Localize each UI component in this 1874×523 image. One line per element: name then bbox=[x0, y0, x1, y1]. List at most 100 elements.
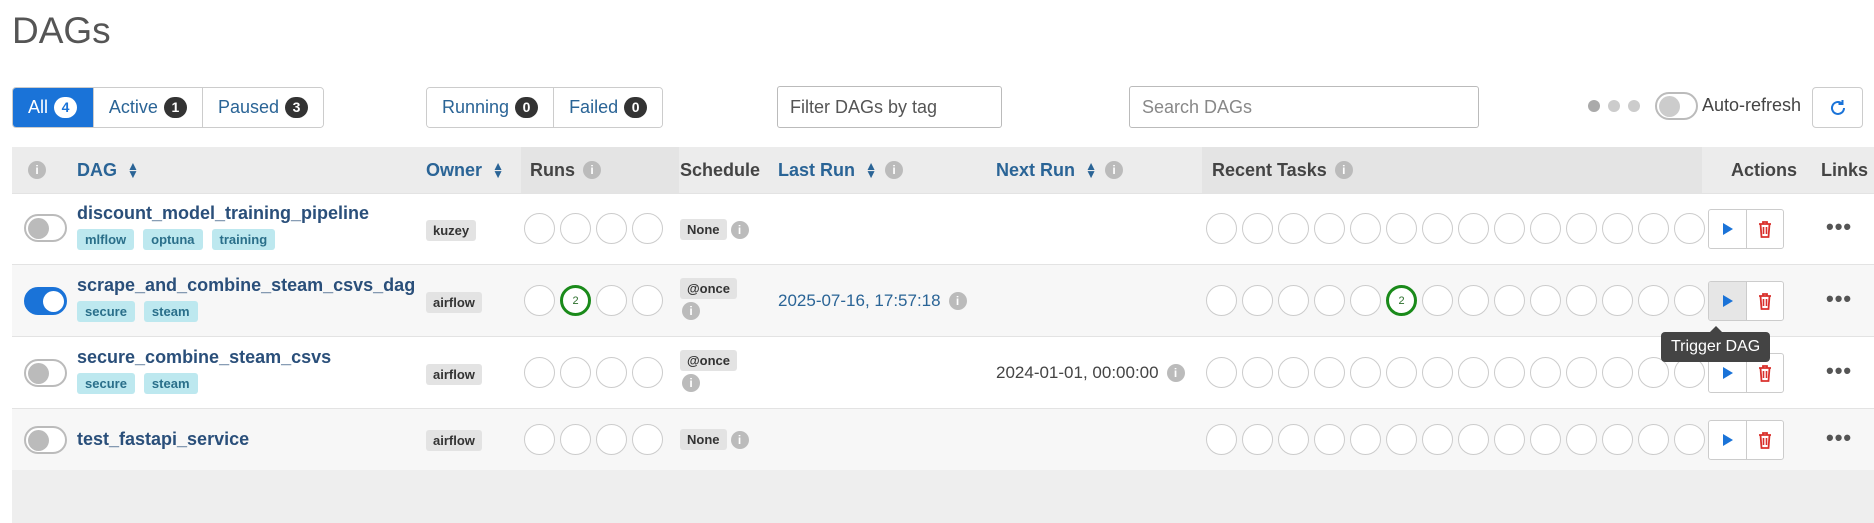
task-state-circle[interactable] bbox=[1206, 285, 1237, 316]
dag-name-link[interactable]: test_fastapi_service bbox=[77, 429, 249, 450]
run-state-circle[interactable] bbox=[632, 285, 663, 316]
task-state-circle[interactable] bbox=[1314, 213, 1345, 244]
run-state-circle[interactable]: 2 bbox=[560, 285, 591, 316]
delete-dag-button[interactable] bbox=[1746, 421, 1783, 459]
task-state-circle[interactable] bbox=[1566, 213, 1597, 244]
dag-tag[interactable]: training bbox=[211, 229, 276, 250]
schedule-badge[interactable]: @once bbox=[680, 278, 738, 299]
task-state-circle[interactable] bbox=[1350, 424, 1381, 455]
task-state-circle[interactable] bbox=[1458, 357, 1489, 388]
task-state-circle[interactable] bbox=[1494, 424, 1525, 455]
task-state-circle[interactable] bbox=[1314, 424, 1345, 455]
run-state-circle[interactable] bbox=[596, 285, 627, 316]
task-state-circle[interactable] bbox=[1674, 213, 1705, 244]
task-state-circle[interactable] bbox=[1278, 285, 1309, 316]
dag-tag[interactable]: secure bbox=[77, 301, 135, 322]
task-state-circle[interactable] bbox=[1242, 357, 1273, 388]
owner-badge[interactable]: airflow bbox=[426, 364, 482, 385]
schedule-badge[interactable]: None bbox=[680, 429, 727, 450]
header-owner[interactable]: Owner ▲ ▼ bbox=[426, 147, 504, 193]
task-state-circle[interactable] bbox=[1242, 424, 1273, 455]
more-links-icon[interactable]: ••• bbox=[1826, 358, 1852, 384]
task-state-circle[interactable] bbox=[1530, 424, 1561, 455]
run-state-circle[interactable] bbox=[632, 213, 663, 244]
trigger-dag-button[interactable] bbox=[1709, 282, 1746, 320]
task-state-circle[interactable] bbox=[1494, 213, 1525, 244]
task-state-circle[interactable] bbox=[1350, 285, 1381, 316]
refresh-button[interactable] bbox=[1812, 87, 1863, 128]
trigger-dag-button[interactable] bbox=[1709, 421, 1746, 459]
sort-icon[interactable]: ▲ ▼ bbox=[492, 160, 504, 180]
run-state-circle[interactable] bbox=[596, 357, 627, 388]
task-state-circle[interactable] bbox=[1494, 357, 1525, 388]
owner-badge[interactable]: airflow bbox=[426, 430, 482, 451]
task-state-circle[interactable] bbox=[1494, 285, 1525, 316]
task-state-circle[interactable] bbox=[1566, 285, 1597, 316]
tag-filter-input[interactable] bbox=[777, 86, 1002, 128]
schedule-badge[interactable]: None bbox=[680, 219, 727, 240]
dag-pause-toggle[interactable] bbox=[24, 287, 67, 315]
header-next-run[interactable]: Next Run ▲ ▼ i bbox=[996, 147, 1124, 193]
task-state-circle[interactable] bbox=[1638, 213, 1669, 244]
task-state-circle[interactable] bbox=[1638, 285, 1669, 316]
last-run-cell[interactable]: 2025-07-16, 17:57:18 i bbox=[778, 291, 967, 311]
dag-pause-toggle[interactable] bbox=[24, 359, 67, 387]
delete-dag-button[interactable] bbox=[1746, 210, 1783, 248]
run-state-circle[interactable] bbox=[524, 213, 555, 244]
dag-tag[interactable]: steam bbox=[143, 373, 198, 394]
task-state-circle[interactable] bbox=[1350, 357, 1381, 388]
task-state-circle[interactable] bbox=[1242, 285, 1273, 316]
task-state-circle[interactable] bbox=[1278, 357, 1309, 388]
info-icon[interactable]: i bbox=[1334, 161, 1353, 179]
task-state-circle[interactable] bbox=[1602, 213, 1633, 244]
run-state-circle[interactable] bbox=[560, 357, 591, 388]
task-state-circle[interactable] bbox=[1422, 213, 1453, 244]
dag-tag[interactable]: secure bbox=[77, 373, 135, 394]
task-state-circle[interactable] bbox=[1422, 424, 1453, 455]
task-state-circle[interactable] bbox=[1530, 213, 1561, 244]
dag-name-link[interactable]: scrape_and_combine_steam_csvs_dag bbox=[77, 275, 415, 296]
task-state-circle[interactable] bbox=[1314, 357, 1345, 388]
info-icon[interactable]: i bbox=[948, 292, 967, 310]
filter-all-button[interactable]: All 4 bbox=[13, 88, 93, 127]
filter-active-button[interactable]: Active 1 bbox=[92, 88, 202, 127]
task-state-circle[interactable] bbox=[1602, 285, 1633, 316]
search-input[interactable] bbox=[1129, 86, 1479, 128]
sort-icon[interactable]: ▲ ▼ bbox=[127, 160, 139, 180]
task-state-circle[interactable] bbox=[1206, 424, 1237, 455]
task-state-circle[interactable] bbox=[1278, 424, 1309, 455]
header-dag[interactable]: DAG ▲ ▼ bbox=[77, 147, 139, 193]
run-state-circle[interactable] bbox=[524, 285, 555, 316]
run-state-circle[interactable] bbox=[596, 213, 627, 244]
task-state-circle[interactable]: 2 bbox=[1386, 285, 1417, 316]
more-links-icon[interactable]: ••• bbox=[1826, 286, 1852, 312]
owner-badge[interactable]: kuzey bbox=[426, 220, 477, 241]
task-state-circle[interactable] bbox=[1242, 213, 1273, 244]
info-icon[interactable]: i bbox=[682, 302, 700, 320]
task-state-circle[interactable] bbox=[1674, 285, 1705, 316]
task-state-circle[interactable] bbox=[1638, 424, 1669, 455]
task-state-circle[interactable] bbox=[1422, 285, 1453, 316]
dag-tag[interactable]: optuna bbox=[143, 229, 203, 250]
header-last-run[interactable]: Last Run ▲ ▼ i bbox=[778, 147, 904, 193]
filter-failed-button[interactable]: Failed 0 bbox=[553, 88, 662, 127]
info-icon[interactable]: i bbox=[1166, 364, 1185, 382]
task-state-circle[interactable] bbox=[1566, 424, 1597, 455]
info-icon[interactable]: i bbox=[885, 161, 904, 179]
task-state-circle[interactable] bbox=[1422, 357, 1453, 388]
task-state-circle[interactable] bbox=[1386, 357, 1417, 388]
info-icon[interactable]: i bbox=[682, 374, 700, 392]
run-state-circle[interactable] bbox=[524, 424, 555, 455]
info-icon[interactable]: i bbox=[730, 220, 749, 239]
task-state-circle[interactable] bbox=[1530, 285, 1561, 316]
filter-paused-button[interactable]: Paused 3 bbox=[201, 88, 323, 127]
run-state-circle[interactable] bbox=[632, 357, 663, 388]
run-state-circle[interactable] bbox=[596, 424, 627, 455]
run-state-circle[interactable] bbox=[524, 357, 555, 388]
sort-icon[interactable]: ▲ ▼ bbox=[865, 160, 877, 180]
dag-pause-toggle[interactable] bbox=[24, 426, 67, 454]
owner-badge[interactable]: airflow bbox=[426, 292, 482, 313]
more-links-icon[interactable]: ••• bbox=[1826, 425, 1852, 451]
info-icon[interactable]: i bbox=[583, 161, 601, 179]
dag-name-link[interactable]: discount_model_training_pipeline bbox=[77, 203, 369, 224]
